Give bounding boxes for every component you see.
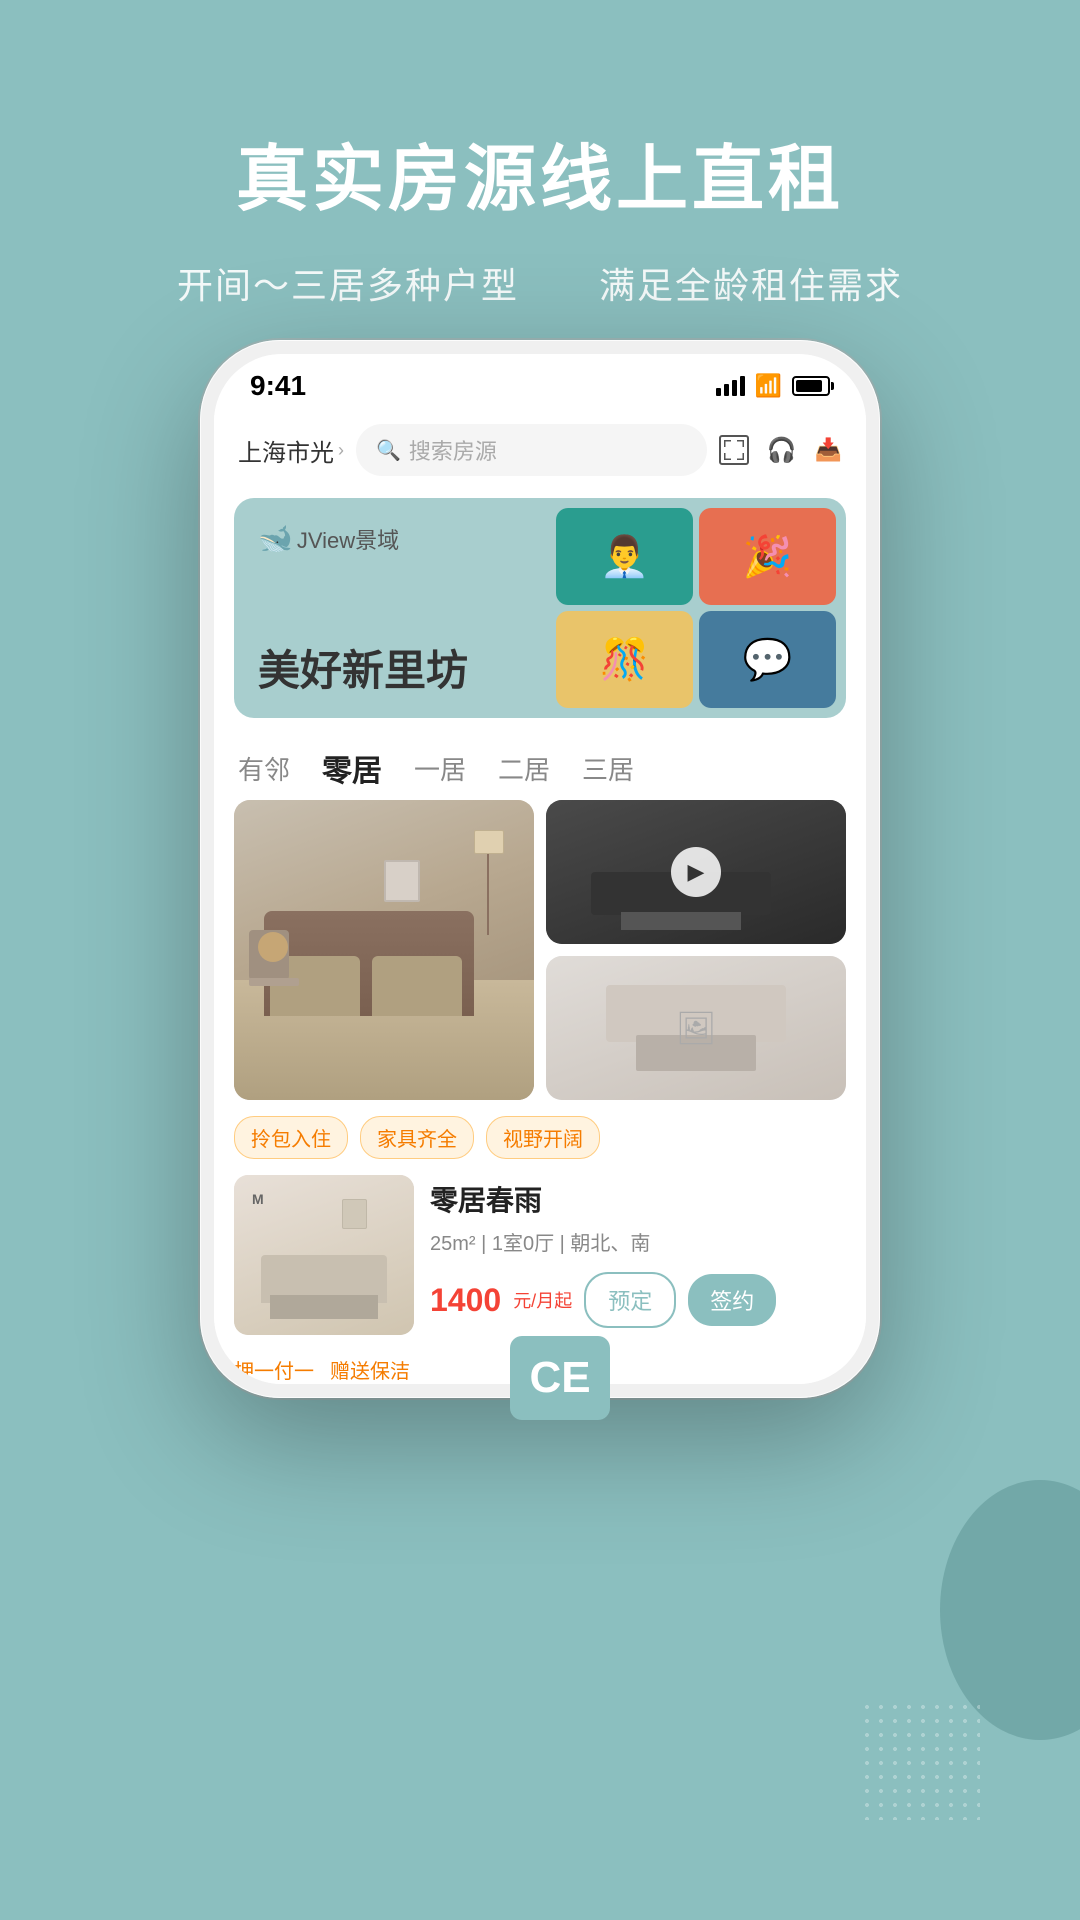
search-placeholder: 搜索房源 [409, 434, 497, 466]
sub-right: 满足全龄租住需求 [599, 257, 903, 309]
illus-card-2: 🎉 [699, 508, 836, 605]
listing-price-row: 1400 元/月起 预定 签约 [430, 1272, 846, 1328]
listing-info: 零居春雨 25m² | 1室0厅 | 朝北、南 1400 元/月起 预定 签约 [430, 1175, 846, 1328]
banner[interactable]: 🐋 JView景域 美好新里坊 👨‍💼 🎉 🎊 [234, 498, 846, 718]
tab-erjv[interactable]: 二居 [498, 750, 550, 787]
sub-title: 开间～三居多种户型 满足全龄租住需求 [0, 257, 1080, 309]
property-main-image[interactable] [234, 800, 534, 1100]
ce-badge: CE [510, 1336, 610, 1420]
signal-bars-icon [716, 376, 745, 396]
phone-outer: 9:41 📶 上海市光 › [200, 340, 880, 1398]
listing-meta: 25m² | 1室0厅 | 朝北、南 [430, 1227, 846, 1256]
image-placeholder-icon: 🖼 [676, 1009, 717, 1047]
location-text: 上海市光 [238, 433, 334, 468]
tab-youlin[interactable]: 有邻 [238, 750, 290, 787]
tag-view: 视野开阔 [486, 1116, 600, 1159]
header-section: 真实房源线上直租 开间～三居多种户型 满足全龄租住需求 [0, 120, 1080, 309]
tag-luggage: 拎包入住 [234, 1116, 348, 1159]
banner-title: 美好新里坊 [258, 637, 468, 698]
play-button[interactable]: ▶ [671, 847, 721, 897]
wifi-icon: 📶 [755, 373, 782, 399]
deco-dots [860, 1700, 980, 1820]
phone-mockup: 9:41 📶 上海市光 › [200, 340, 880, 1398]
listing-title: 零居春雨 [430, 1179, 846, 1219]
search-icon: 🔍 [376, 438, 401, 463]
main-title: 真实房源线上直租 [0, 120, 1080, 225]
illus-card-4: 💬 [699, 611, 836, 708]
illus-card-1: 👨‍💼 [556, 508, 693, 605]
listing-card[interactable]: M 零居春雨 25m² | 1室0厅 | 朝北、南 1400 元/月起 预定 签… [214, 1175, 866, 1355]
location-arrow-icon: › [338, 440, 344, 461]
app-content: 上海市光 › 🔍 搜索房源 [214, 410, 866, 1384]
search-input-bar[interactable]: 🔍 搜索房源 [356, 424, 707, 476]
brand-text: 🐋 JView景域 [258, 522, 399, 555]
property-third-image[interactable]: 🖼 [546, 956, 846, 1100]
property-grid: ▶ 🖼 [214, 800, 866, 1100]
footer-deposit: 押一付一 [234, 1355, 314, 1384]
tags-row: 拎包入住 家具齐全 视野开阔 [214, 1116, 866, 1175]
bedroom-image [234, 800, 534, 1100]
price-unit: 元/月起 [513, 1287, 572, 1313]
tab-lingjv[interactable]: 零居 [322, 746, 382, 790]
headphone-icon[interactable]: 🎧 [767, 436, 797, 465]
sign-button[interactable]: 签约 [688, 1274, 776, 1326]
scan-icon[interactable] [719, 435, 749, 465]
listing-thumbnail: M [234, 1175, 414, 1335]
illus-card-3: 🎊 [556, 611, 693, 708]
tabs-row: 有邻 零居 一居 二居 三居 [214, 726, 866, 800]
notch [450, 354, 630, 388]
phone-inner: 9:41 📶 上海市光 › [214, 354, 866, 1384]
whale-icon: 🐋 [258, 522, 293, 555]
toolbar-icons: 🎧 📥 [719, 435, 842, 465]
status-bar: 9:41 📶 [214, 354, 866, 410]
price-amount: 1400 [430, 1282, 501, 1319]
location-button[interactable]: 上海市光 › [238, 433, 344, 468]
footer-cleaning: 赠送保洁 [330, 1355, 410, 1384]
tab-yijv[interactable]: 一居 [414, 750, 466, 787]
tab-sanjv[interactable]: 三居 [582, 750, 634, 787]
status-time: 9:41 [250, 370, 306, 402]
download-icon[interactable]: 📥 [815, 437, 842, 463]
status-icons: 📶 [716, 373, 830, 399]
tag-furniture: 家具齐全 [360, 1116, 474, 1159]
search-bar[interactable]: 上海市光 › 🔍 搜索房源 [214, 410, 866, 490]
banner-illustrations: 👨‍💼 🎉 🎊 💬 [556, 508, 836, 708]
property-secondary-image[interactable]: ▶ [546, 800, 846, 944]
sub-left: 开间～三居多种户型 [177, 257, 519, 309]
banner-logo: 🐋 JView景域 [258, 522, 399, 555]
reserve-button[interactable]: 预定 [584, 1272, 676, 1328]
battery-icon [792, 376, 830, 396]
